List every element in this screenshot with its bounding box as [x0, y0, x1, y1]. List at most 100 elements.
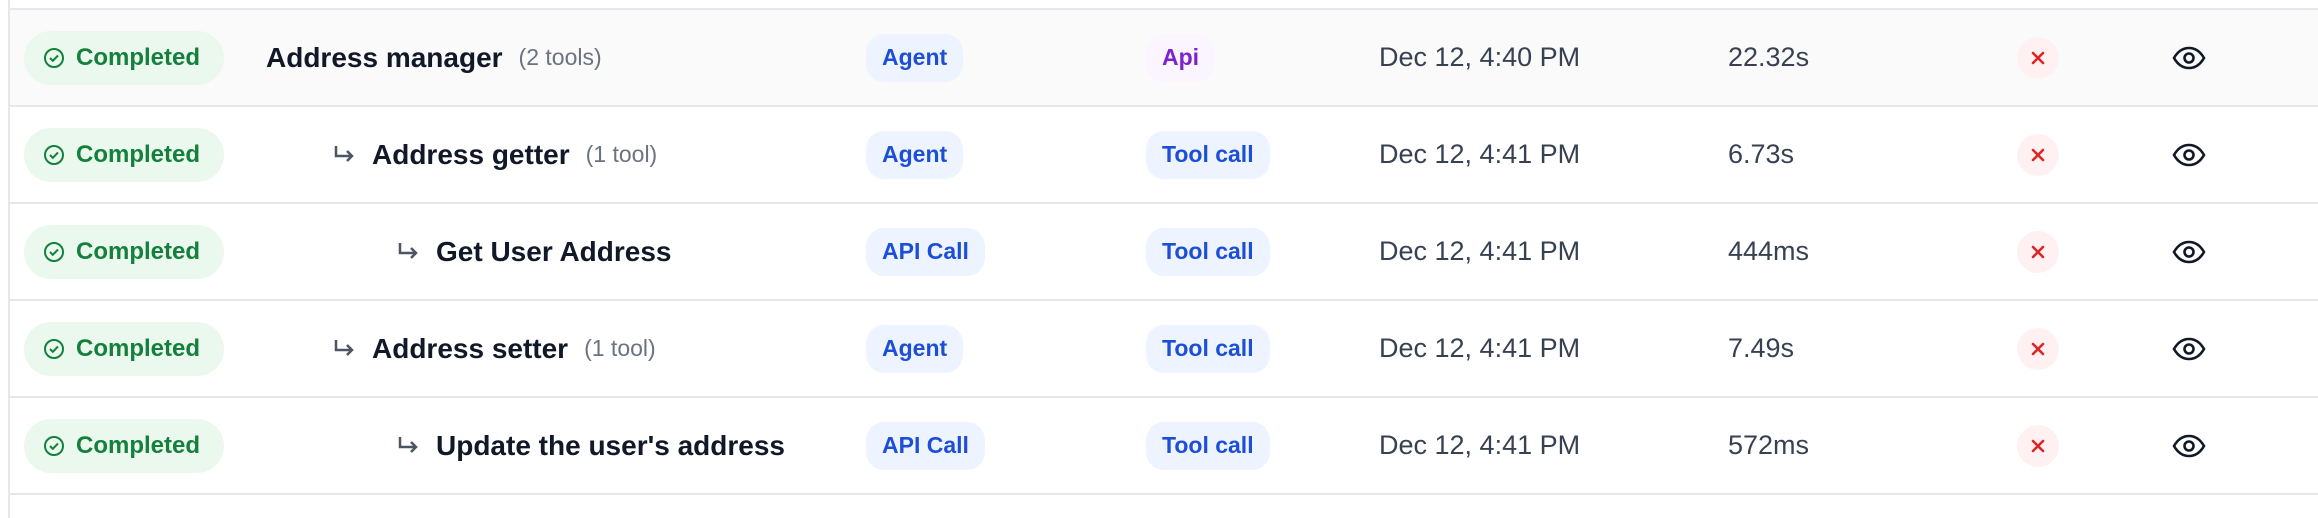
status-label: Completed — [76, 43, 201, 71]
cancel-button[interactable] — [2017, 327, 2059, 370]
run-name[interactable]: Get User Address — [436, 236, 672, 268]
eye-icon — [2172, 434, 2206, 457]
status-cell: Completed — [24, 398, 225, 493]
tool-count: (2 tools) — [518, 44, 602, 70]
close-icon — [2031, 51, 2045, 64]
cancel-cell — [2017, 107, 2059, 202]
type-cell: API Call — [866, 398, 985, 493]
duration-cell: 22.32s — [1728, 10, 1809, 105]
tool-count: (1 tool) — [585, 141, 658, 167]
type-cell: API Call — [866, 204, 985, 299]
status-label: Completed — [76, 237, 201, 265]
source-badge: Tool call — [1146, 324, 1270, 373]
table-row[interactable]: Completed Address getter (1 tool) Agent … — [10, 105, 2318, 202]
status-cell: Completed — [24, 301, 225, 396]
duration-cell: 6.73s — [1728, 107, 1794, 202]
table-row[interactable]: Completed Get User Address API Call Tool… — [10, 202, 2318, 299]
status-badge: Completed — [24, 224, 225, 279]
eye-icon — [2172, 240, 2206, 263]
status-cell: Completed — [24, 204, 225, 299]
status-label: Completed — [76, 334, 201, 362]
type-cell: Agent — [866, 301, 964, 396]
duration-cell: 444ms — [1728, 204, 1809, 299]
duration: 22.32s — [1728, 42, 1810, 72]
eye-icon — [2172, 337, 2206, 360]
view-button[interactable] — [2168, 134, 2210, 176]
view-button[interactable] — [2168, 231, 2210, 273]
view-cell — [2168, 10, 2210, 105]
run-name[interactable]: Address getter — [372, 139, 570, 171]
child-arrow-icon — [398, 242, 418, 259]
started-cell: Dec 12, 4:41 PM — [1379, 398, 1580, 493]
type-cell: Agent — [866, 107, 964, 202]
cancel-cell — [2017, 301, 2059, 396]
type-cell: Agent — [866, 10, 964, 105]
started-time: Dec 12, 4:40 PM — [1379, 42, 1581, 72]
started-time: Dec 12, 4:41 PM — [1379, 139, 1581, 169]
view-button[interactable] — [2168, 425, 2210, 467]
run-name[interactable]: Update the user's address — [436, 430, 785, 462]
check-circle-icon — [44, 435, 64, 456]
name-cell: Update the user's address — [394, 398, 785, 493]
table-row[interactable]: Completed Update the user's address API … — [10, 396, 2318, 493]
check-circle-icon — [44, 47, 64, 68]
status-label: Completed — [76, 140, 201, 168]
status-badge: Completed — [24, 321, 225, 376]
started-cell: Dec 12, 4:41 PM — [1379, 204, 1580, 299]
view-button[interactable] — [2168, 37, 2210, 79]
type-badge: Agent — [866, 33, 964, 82]
table-row[interactable]: Completed Address manager (2 tools) Agen… — [10, 8, 2318, 105]
cancel-cell — [2017, 10, 2059, 105]
started-time: Dec 12, 4:41 PM — [1379, 430, 1581, 460]
cancel-button[interactable] — [2017, 230, 2059, 273]
check-circle-icon — [44, 144, 64, 165]
source-cell: Tool call — [1146, 204, 1270, 299]
started-cell: Dec 12, 4:41 PM — [1379, 107, 1580, 202]
name-cell: Address getter (1 tool) — [330, 107, 657, 202]
eye-icon — [2172, 46, 2206, 69]
tool-count: (1 tool) — [584, 335, 656, 361]
started-time: Dec 12, 4:41 PM — [1379, 333, 1581, 363]
duration: 7.49s — [1728, 333, 1795, 363]
eye-icon — [2172, 143, 2206, 166]
source-cell: Tool call — [1146, 301, 1270, 396]
started-cell: Dec 12, 4:41 PM — [1379, 301, 1580, 396]
source-cell: Api — [1146, 10, 1216, 105]
view-cell — [2168, 204, 2210, 299]
status-badge: Completed — [24, 127, 225, 182]
view-cell — [2168, 398, 2210, 493]
cancel-button[interactable] — [2017, 36, 2059, 79]
name-cell: Address setter (1 tool) — [330, 301, 656, 396]
status-cell: Completed — [24, 107, 225, 202]
view-button[interactable] — [2168, 328, 2210, 370]
child-arrow-icon — [334, 339, 354, 356]
status-badge: Completed — [24, 418, 225, 473]
started-time: Dec 12, 4:41 PM — [1379, 236, 1581, 266]
cancel-button[interactable] — [2017, 424, 2059, 467]
close-icon — [2031, 439, 2045, 452]
table-row[interactable]: Completed Address setter (1 tool) Agent … — [10, 299, 2318, 396]
close-icon — [2031, 245, 2045, 258]
duration-cell: 572ms — [1728, 398, 1809, 493]
runs-table: Completed Address manager (2 tools) Agen… — [8, 0, 2318, 518]
type-badge: Agent — [866, 324, 964, 373]
child-arrow-icon — [398, 436, 418, 453]
run-name[interactable]: Address setter — [372, 333, 568, 365]
check-circle-icon — [44, 338, 64, 359]
duration: 6.73s — [1728, 139, 1795, 169]
started-cell: Dec 12, 4:40 PM — [1379, 10, 1580, 105]
child-arrow-icon — [334, 145, 354, 162]
view-cell — [2168, 107, 2210, 202]
close-icon — [2031, 342, 2045, 355]
source-cell: Tool call — [1146, 107, 1270, 202]
source-badge: Tool call — [1146, 227, 1270, 276]
source-badge: Api — [1146, 33, 1216, 82]
cancel-cell — [2017, 398, 2059, 493]
run-name[interactable]: Address manager — [266, 42, 503, 74]
view-cell — [2168, 301, 2210, 396]
type-badge: API Call — [866, 227, 985, 276]
type-badge: Agent — [866, 130, 964, 179]
status-label: Completed — [76, 431, 201, 459]
source-cell: Tool call — [1146, 398, 1270, 493]
cancel-button[interactable] — [2017, 133, 2059, 176]
